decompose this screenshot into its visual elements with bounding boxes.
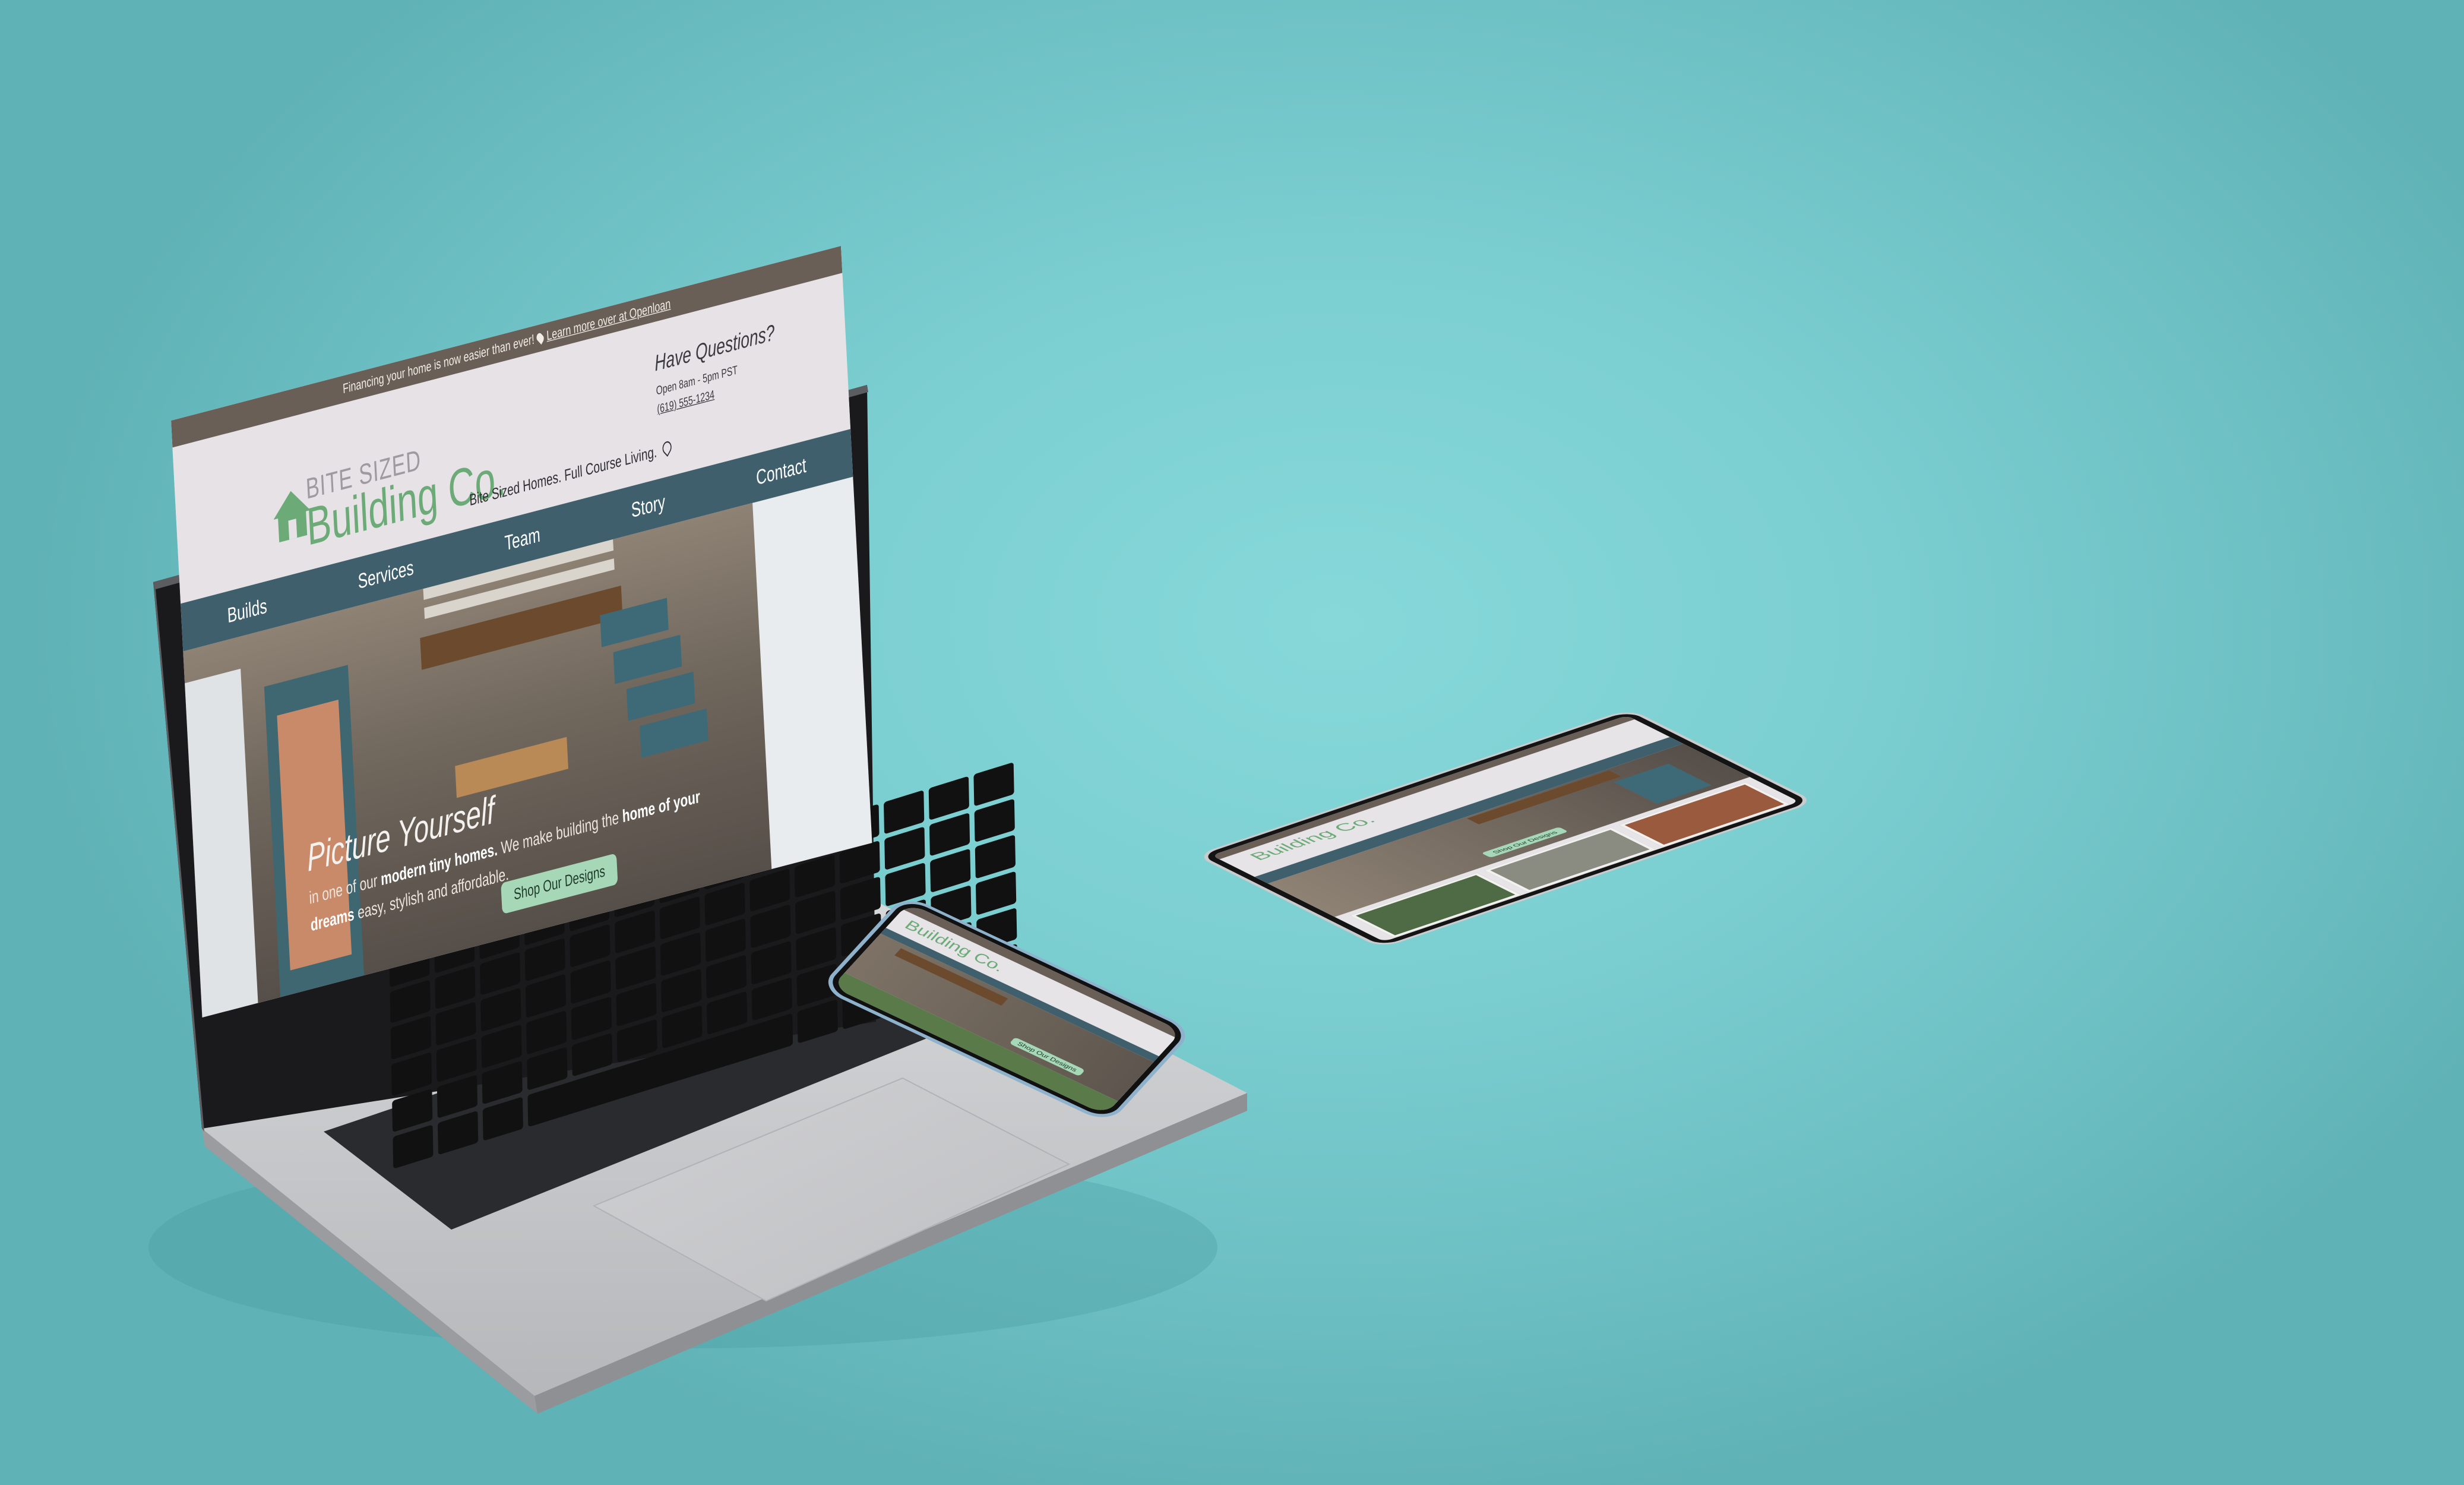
nav-services[interactable]: Services	[358, 555, 415, 594]
nav-story[interactable]: Story	[631, 489, 666, 523]
hero-counter	[455, 737, 568, 798]
location-pin-icon	[535, 331, 546, 345]
logo[interactable]: BITE SIZED Building Co.	[269, 408, 507, 557]
hero-loft-beam	[420, 585, 623, 670]
heart-icon	[660, 438, 673, 457]
hero-stair	[640, 708, 708, 758]
nav-contact[interactable]: Contact	[755, 453, 806, 490]
contact-info: Have Questions? Open 8am - 5pm PST (619)…	[654, 308, 825, 416]
nav-team[interactable]: Team	[504, 522, 541, 555]
nav-builds[interactable]: Builds	[227, 593, 268, 628]
hero-text-2: We make building the	[500, 807, 619, 858]
hero-window-right	[752, 476, 872, 870]
